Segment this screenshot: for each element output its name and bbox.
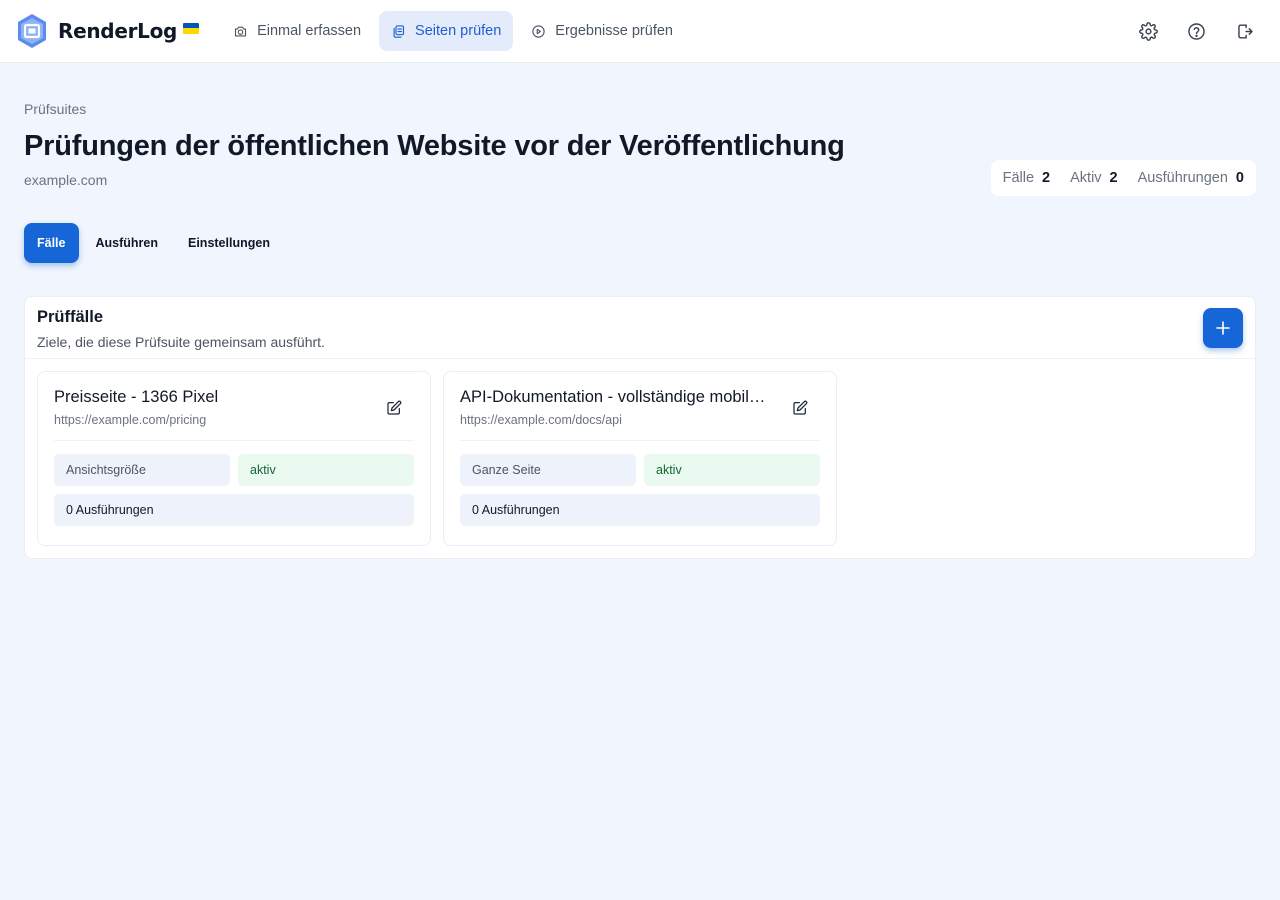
- page-title: Prüfungen der öffentlichen Website vor d…: [24, 130, 845, 162]
- help-icon: [1187, 22, 1205, 40]
- tab-ausfuehren[interactable]: Ausführen: [83, 223, 172, 263]
- case-title: Preisseite - 1366 Pixel: [54, 388, 219, 406]
- stat-value: 2: [1109, 170, 1118, 186]
- renderlog-logo-icon: [18, 14, 46, 48]
- breadcrumb[interactable]: Prüfsuites: [24, 101, 1256, 117]
- edit-case-button[interactable]: [784, 392, 816, 424]
- capture-mode-chip: Ganze Seite: [460, 454, 636, 486]
- test-cases-panel: Prüffälle Ziele, die diese Prüfsuite gem…: [24, 296, 1256, 559]
- top-bar: RenderLog Einmal erfassen Seiten prüfen: [0, 0, 1280, 63]
- edit-icon: [793, 400, 808, 415]
- status-badge: aktiv: [644, 454, 820, 486]
- help-button[interactable]: [1176, 11, 1216, 51]
- case-chips: Ganze Seite aktiv: [460, 454, 820, 486]
- nav-item-ergebnisse-pruefen[interactable]: Ergebnisse prüfen: [519, 11, 685, 51]
- stat-ausfuehrungen: Ausführungen 0: [1138, 170, 1244, 186]
- case-card[interactable]: API-Dokumentation - vollständige mobile …: [443, 371, 837, 546]
- logout-icon: [1237, 23, 1253, 39]
- gear-icon: [1138, 21, 1158, 41]
- stat-aktiv: Aktiv 2: [1070, 170, 1118, 186]
- panel-title: Prüffälle: [37, 308, 104, 326]
- stat-label: Fälle: [1002, 170, 1035, 186]
- stat-label: Aktiv: [1070, 170, 1102, 186]
- tab-faelle[interactable]: Fälle: [24, 223, 79, 263]
- main-content: Prüfsuites Prüfungen der öffentlichen We…: [0, 101, 1280, 559]
- capture-mode-chip: Ansichtsgröße: [54, 454, 230, 486]
- main-nav: Einmal erfassen Seiten prüfen Ergebnisse…: [221, 11, 685, 51]
- card-divider: [54, 440, 414, 441]
- case-url: https://example.com/pricing: [54, 413, 207, 427]
- suite-tabs: Fälle Ausführen Einstellungen: [24, 223, 1256, 263]
- stat-faelle: Fälle 2: [1003, 170, 1051, 186]
- tab-einstellungen[interactable]: Einstellungen: [175, 223, 283, 263]
- suite-stats: Fälle 2 Aktiv 2 Ausführungen 0: [990, 160, 1256, 196]
- settings-button[interactable]: [1128, 11, 1168, 51]
- edit-icon: [387, 400, 402, 415]
- nav-item-label: Seiten prüfen: [415, 23, 502, 39]
- nav-item-label: Einmal erfassen: [257, 23, 362, 39]
- page-header: Prüfungen der öffentlichen Website vor d…: [24, 117, 1256, 196]
- case-list: Preisseite - 1366 Pixel https://example.…: [25, 359, 1255, 558]
- top-actions: [1128, 11, 1264, 51]
- case-card[interactable]: Preisseite - 1366 Pixel https://example.…: [37, 371, 431, 546]
- edit-case-button[interactable]: [378, 392, 410, 424]
- case-url: https://example.com/docs/api: [460, 413, 622, 427]
- nav-item-label: Ergebnisse prüfen: [555, 23, 673, 39]
- stat-value: 0: [1235, 170, 1244, 186]
- panel-header: Prüffälle Ziele, die diese Prüfsuite gem…: [25, 297, 1255, 359]
- copy-pages-icon: [393, 24, 405, 38]
- card-divider: [460, 440, 820, 441]
- add-case-button[interactable]: [1203, 308, 1243, 348]
- case-title: API-Dokumentation - vollständige mobile …: [460, 388, 772, 406]
- brand[interactable]: RenderLog: [16, 13, 200, 49]
- run-count: 0 Ausführungen: [54, 494, 414, 526]
- status-badge: aktiv: [238, 454, 414, 486]
- stat-value: 2: [1042, 170, 1051, 186]
- camera-icon: [235, 26, 247, 36]
- run-count: 0 Ausführungen: [460, 494, 820, 526]
- nav-item-einmal-erfassen[interactable]: Einmal erfassen: [221, 11, 373, 51]
- suite-domain: example.com: [24, 172, 108, 188]
- plus-icon: [1216, 321, 1230, 335]
- case-chips: Ansichtsgröße aktiv: [54, 454, 414, 486]
- nav-item-seiten-pruefen[interactable]: Seiten prüfen: [379, 11, 514, 51]
- logout-button[interactable]: [1224, 11, 1264, 51]
- panel-subtitle: Ziele, die diese Prüfsuite gemeinsam aus…: [37, 334, 325, 350]
- stat-label: Ausführungen: [1137, 170, 1228, 186]
- play-circle-icon: [532, 24, 545, 38]
- ukraine-flag-icon: [183, 22, 200, 34]
- app-name: RenderLog: [58, 19, 178, 43]
